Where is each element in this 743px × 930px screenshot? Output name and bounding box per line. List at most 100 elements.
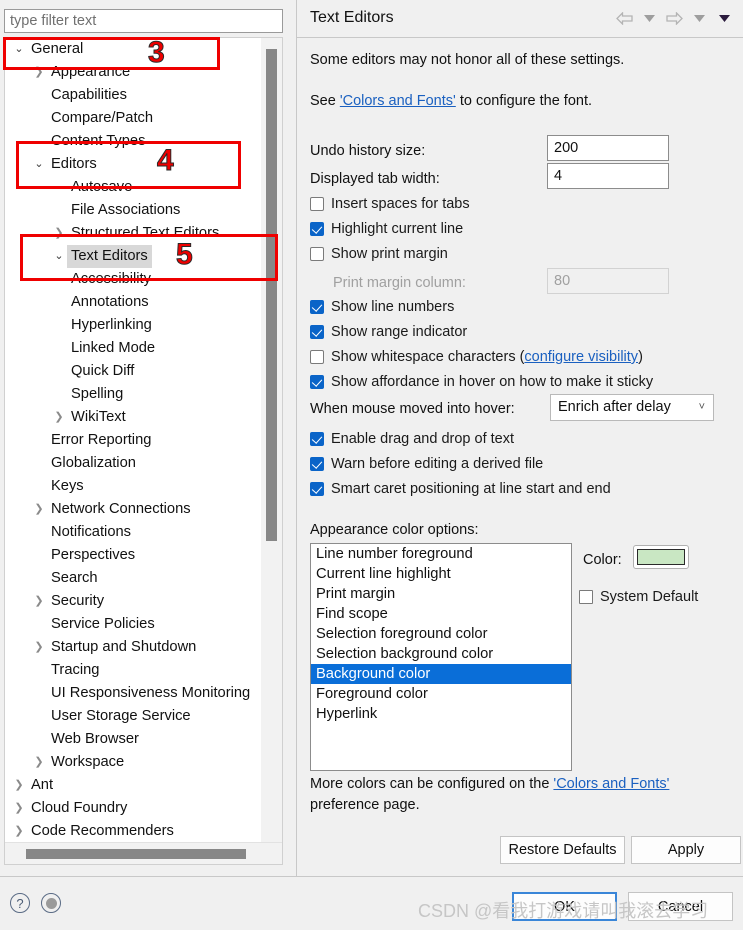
show-range-indicator-checkbox[interactable] xyxy=(310,325,324,339)
tab-width-input[interactable]: 4 xyxy=(547,163,669,189)
tree-item-security[interactable]: ❯ Security xyxy=(5,590,263,613)
tree-item-tracing[interactable]: Tracing xyxy=(5,659,263,682)
show-line-numbers-checkbox[interactable] xyxy=(310,300,324,314)
tree-item-content-types[interactable]: Content Types xyxy=(5,130,263,153)
tree-item-search[interactable]: Search xyxy=(5,567,263,590)
tree-item-notifications[interactable]: Notifications xyxy=(5,521,263,544)
tree-item-startup-and-shutdown[interactable]: ❯ Startup and Shutdown xyxy=(5,636,263,659)
chevron-right-icon[interactable]: ❯ xyxy=(11,820,27,843)
color-option-row[interactable]: Selection background color xyxy=(311,644,571,664)
chevron-right-icon[interactable]: ❯ xyxy=(11,797,27,820)
color-option-row[interactable]: Hyperlink xyxy=(311,704,571,724)
tree-item-file-associations[interactable]: File Associations xyxy=(5,199,263,222)
show-whitespace-checkbox[interactable] xyxy=(310,350,324,364)
chevron-right-icon[interactable]: ❯ xyxy=(31,751,47,774)
ok-button[interactable]: OK xyxy=(512,892,617,921)
tree-item-cloud-foundry[interactable]: ❯ Cloud Foundry xyxy=(5,797,263,820)
tree-item-workspace[interactable]: ❯ Workspace xyxy=(5,751,263,774)
tree-item-appearance[interactable]: ❯ Appearance xyxy=(5,61,263,84)
chevron-down-icon[interactable]: ⌄ xyxy=(11,38,27,61)
color-option-row[interactable]: Background color xyxy=(311,664,571,684)
apply-button[interactable]: Apply xyxy=(631,836,741,864)
tree-item-network-connections[interactable]: ❯ Network Connections xyxy=(5,498,263,521)
affordance-checkbox-row[interactable]: Show affordance in hover on how to make … xyxy=(310,374,653,390)
tree-item-editors[interactable]: ⌄ Editors xyxy=(5,153,263,176)
highlight-line-checkbox-row[interactable]: Highlight current line xyxy=(310,221,463,237)
tree-item-ant[interactable]: ❯ Ant xyxy=(5,774,263,797)
chevron-right-icon[interactable]: ❯ xyxy=(31,636,47,659)
chevron-down-icon[interactable]: ⌄ xyxy=(31,153,47,176)
dragdrop-checkbox-row[interactable]: Enable drag and drop of text xyxy=(310,431,514,447)
forward-dropdown-icon[interactable] xyxy=(688,8,710,28)
tree-item-keys[interactable]: Keys xyxy=(5,475,263,498)
tree-vertical-scrollbar-thumb[interactable] xyxy=(266,49,277,541)
tree-item-hyperlinking[interactable]: Hyperlinking xyxy=(5,314,263,337)
back-arrow-icon[interactable] xyxy=(613,8,635,28)
tree-item-general[interactable]: ⌄ General xyxy=(5,38,263,61)
insert-spaces-checkbox-row[interactable]: Insert spaces for tabs xyxy=(310,196,470,212)
tree-item-linked-mode[interactable]: Linked Mode xyxy=(5,337,263,360)
chevron-right-icon[interactable]: ❯ xyxy=(51,222,67,245)
system-default-checkbox[interactable] xyxy=(579,590,593,604)
preferences-tree[interactable]: ⌄ General ❯ Appearance Capabilities Compare… xyxy=(5,38,263,843)
print-margin-checkbox-row[interactable]: Show print margin xyxy=(310,246,448,262)
chevron-right-icon[interactable]: ❯ xyxy=(31,61,47,84)
tree-item-text-editors[interactable]: ⌄ Text Editors xyxy=(5,245,263,268)
forward-arrow-icon[interactable] xyxy=(663,8,685,28)
chevron-right-icon[interactable]: ❯ xyxy=(51,406,67,429)
highlight-current-line-checkbox[interactable] xyxy=(310,222,324,236)
color-option-row[interactable]: Foreground color xyxy=(311,684,571,704)
range-indicator-checkbox-row[interactable]: Show range indicator xyxy=(310,324,467,340)
warn-derived-file-checkbox[interactable] xyxy=(310,457,324,471)
tree-item-autosave[interactable]: Autosave xyxy=(5,176,263,199)
tree-item-service-policies[interactable]: Service Policies xyxy=(5,613,263,636)
filter-input[interactable]: type filter text xyxy=(4,9,283,33)
configure-visibility-link[interactable]: configure visibility xyxy=(524,349,638,365)
tree-item-globalization[interactable]: Globalization xyxy=(5,452,263,475)
tree-item-web-browser[interactable]: Web Browser xyxy=(5,728,263,751)
tree-horizontal-scrollbar-thumb[interactable] xyxy=(26,849,246,859)
help-icon[interactable]: ? xyxy=(10,893,30,913)
tree-item-accessibility[interactable]: Accessibility xyxy=(5,268,263,291)
show-print-margin-checkbox[interactable] xyxy=(310,247,324,261)
color-option-row[interactable]: Current line highlight xyxy=(311,564,571,584)
color-swatch-button[interactable] xyxy=(633,545,689,569)
insert-spaces-checkbox[interactable] xyxy=(310,197,324,211)
chevron-down-icon[interactable]: ⌄ xyxy=(51,245,67,268)
line-numbers-checkbox-row[interactable]: Show line numbers xyxy=(310,299,454,315)
tree-item-quick-diff[interactable]: Quick Diff xyxy=(5,360,263,383)
show-affordance-checkbox[interactable] xyxy=(310,375,324,389)
tree-item-user-storage-service[interactable]: User Storage Service xyxy=(5,705,263,728)
tree-item-wikitext[interactable]: ❯ WikiText xyxy=(5,406,263,429)
tree-item-error-reporting[interactable]: Error Reporting xyxy=(5,429,263,452)
chevron-right-icon[interactable]: ❯ xyxy=(31,498,47,521)
tree-horizontal-scrollbar[interactable] xyxy=(5,842,282,864)
appearance-color-options-list[interactable]: Line number foreground Current line highl… xyxy=(310,543,572,771)
enable-drag-drop-checkbox[interactable] xyxy=(310,432,324,446)
tree-item-ui-responsiveness-monitoring[interactable]: UI Responsiveness Monitoring xyxy=(5,682,263,705)
chevron-right-icon[interactable]: ❯ xyxy=(11,774,27,797)
colors-and-fonts-link[interactable]: 'Colors and Fonts' xyxy=(340,93,456,109)
chevron-right-icon[interactable]: ❯ xyxy=(31,590,47,613)
whitespace-checkbox-row[interactable]: Show whitespace characters (configure vi… xyxy=(310,349,643,365)
warn-derived-checkbox-row[interactable]: Warn before editing a derived file xyxy=(310,456,543,472)
tree-vertical-scrollbar[interactable] xyxy=(261,38,282,843)
view-menu-icon[interactable] xyxy=(713,8,735,28)
restore-defaults-button[interactable]: Restore Defaults xyxy=(500,836,625,864)
cancel-button[interactable]: Cancel xyxy=(628,892,733,921)
color-option-row[interactable]: Find scope xyxy=(311,604,571,624)
color-option-row[interactable]: Line number foreground xyxy=(311,544,571,564)
color-option-row[interactable]: Print margin xyxy=(311,584,571,604)
tree-item-perspectives[interactable]: Perspectives xyxy=(5,544,263,567)
smart-caret-checkbox-row[interactable]: Smart caret positioning at line start an… xyxy=(310,481,611,497)
tree-item-annotations[interactable]: Annotations xyxy=(5,291,263,314)
tree-item-compare-patch[interactable]: Compare/Patch xyxy=(5,107,263,130)
hover-mode-select[interactable]: Enrich after delay ˅ xyxy=(550,394,714,421)
tree-item-capabilities[interactable]: Capabilities xyxy=(5,84,263,107)
tree-item-structured-text-editors[interactable]: ❯ Structured Text Editors xyxy=(5,222,263,245)
back-dropdown-icon[interactable] xyxy=(638,8,660,28)
system-default-checkbox-row[interactable]: System Default xyxy=(579,589,698,605)
status-indicator-icon[interactable] xyxy=(41,893,61,913)
color-option-row[interactable]: Selection foreground color xyxy=(311,624,571,644)
undo-history-input[interactable]: 200 xyxy=(547,135,669,161)
